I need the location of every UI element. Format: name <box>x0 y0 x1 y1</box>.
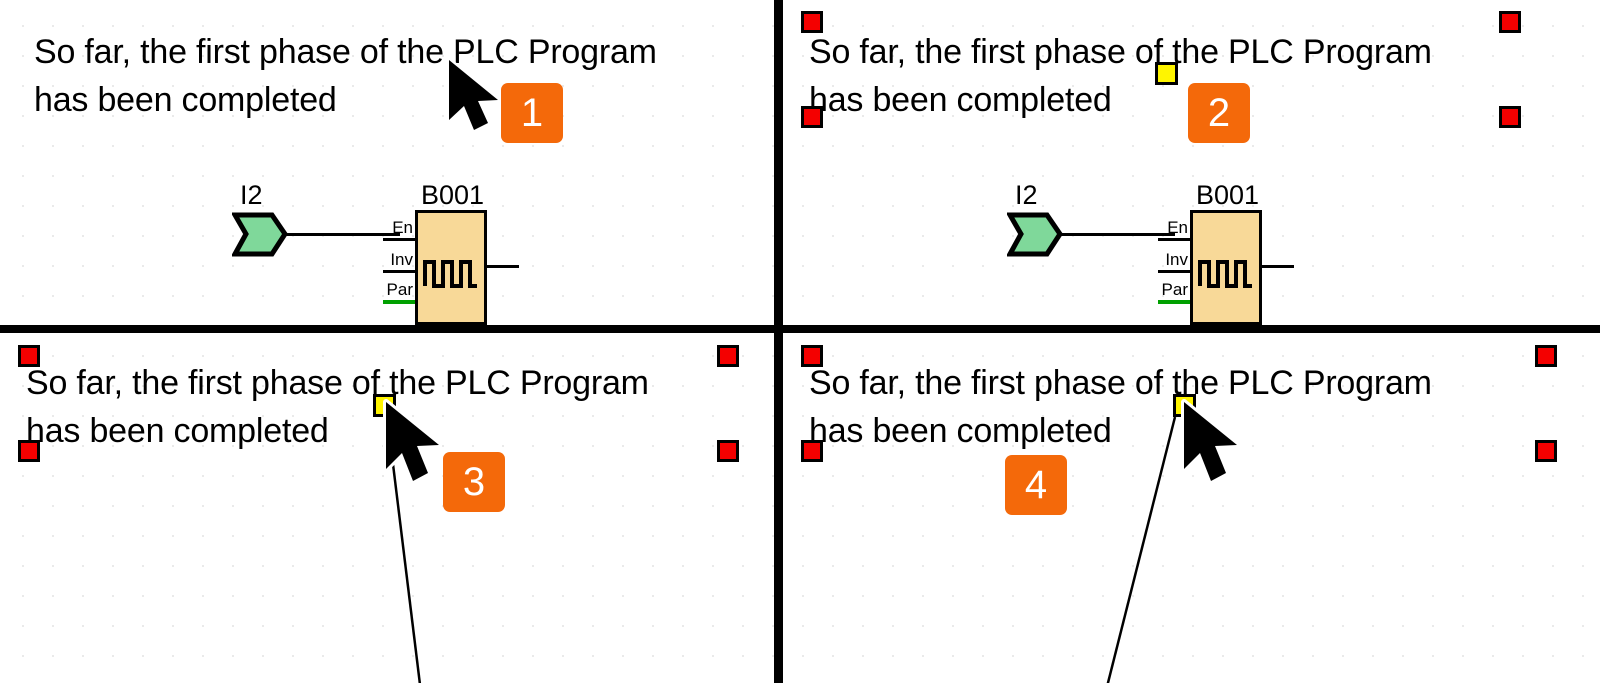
selection-handle-top-left[interactable] <box>801 11 823 33</box>
pin-label-en: En <box>392 218 413 237</box>
selection-handle-top-right[interactable] <box>1535 345 1557 367</box>
pin-wire-inv <box>383 270 417 273</box>
block-label-b001: B001 <box>421 180 485 210</box>
input-label-i2: I2 <box>240 180 263 210</box>
tutorial-screenshot-canvas: So far, the first phase of the PLC Progr… <box>0 0 1600 683</box>
pin-wire-par <box>383 300 417 304</box>
annotation-text: So far, the first phase of the PLC Progr… <box>34 28 657 124</box>
pin-wire-en <box>383 238 417 241</box>
selection-handle-bottom-left[interactable] <box>18 440 40 462</box>
selection-handle-top-right[interactable] <box>1499 11 1521 33</box>
annotation-line-2: has been completed <box>809 412 1112 450</box>
selection-handle-bottom-right[interactable] <box>1535 440 1557 462</box>
pin-label-inv: Inv <box>1165 250 1188 269</box>
step-badge-1: 1 <box>501 83 563 143</box>
selection-handle-bottom-right[interactable] <box>1499 106 1521 128</box>
block-output-wire <box>1262 265 1294 268</box>
panel-step-3: So far, the first phase of the PLC Progr… <box>0 333 774 683</box>
selection-handle-bottom-right[interactable] <box>717 440 739 462</box>
input-block-i2[interactable]: I2 <box>230 180 400 263</box>
step-badge-4: 4 <box>1005 455 1067 515</box>
input-label-i2: I2 <box>1015 180 1038 210</box>
panel-step-4: So far, the first phase of the PLC Progr… <box>783 333 1600 683</box>
pin-wire-en <box>1158 238 1192 241</box>
pin-label-en: En <box>1167 218 1188 237</box>
pulse-waveform-icon <box>1198 260 1252 288</box>
selection-handle-top-right[interactable] <box>717 345 739 367</box>
block-label-b001: B001 <box>1196 180 1260 210</box>
annotation-line-1: So far, the first phase of the PLC Progr… <box>34 33 657 71</box>
input-block-i2[interactable]: I2 <box>1005 180 1175 263</box>
annotation-line-2: has been completed <box>809 81 1112 119</box>
annotation-line-1: So far, the first phase of the PLC Progr… <box>809 33 1432 71</box>
panel-divider-vertical <box>774 0 783 683</box>
selection-handle-top-left[interactable] <box>18 345 40 367</box>
panel-divider-horizontal <box>0 325 1600 333</box>
annotation-text: So far, the first phase of the PLC Progr… <box>809 28 1432 124</box>
annotation-line-1: So far, the first phase of the PLC Progr… <box>26 364 649 402</box>
selection-handle-yellow[interactable] <box>1173 394 1196 417</box>
selection-handle-top-left[interactable] <box>801 345 823 367</box>
selection-handle-bottom-left[interactable] <box>801 440 823 462</box>
selection-handle-yellow[interactable] <box>373 394 396 417</box>
pin-wire-inv <box>1158 270 1192 273</box>
pin-label-par: Par <box>1161 280 1188 299</box>
selection-handle-bottom-left[interactable] <box>801 106 823 128</box>
pin-label-inv: Inv <box>390 250 413 269</box>
pin-wire-par <box>1158 300 1192 304</box>
step-badge-2: 2 <box>1188 83 1250 143</box>
panel-step-1: So far, the first phase of the PLC Progr… <box>0 0 774 325</box>
block-output-wire <box>487 265 519 268</box>
pin-label-par: Par <box>386 280 413 299</box>
pennant-input-icon <box>230 212 289 257</box>
annotation-line-2: has been completed <box>34 81 337 119</box>
annotation-line-1: So far, the first phase of the PLC Progr… <box>809 364 1432 402</box>
selection-handle-yellow[interactable] <box>1155 62 1178 85</box>
step-badge-3: 3 <box>443 452 505 512</box>
pulse-waveform-icon <box>423 260 477 288</box>
panel-step-2: So far, the first phase of the PLC Progr… <box>783 0 1600 325</box>
pennant-input-icon <box>1005 212 1064 257</box>
annotation-text: So far, the first phase of the PLC Progr… <box>809 359 1432 455</box>
annotation-text: So far, the first phase of the PLC Progr… <box>26 359 649 455</box>
annotation-line-2: has been completed <box>26 412 329 450</box>
